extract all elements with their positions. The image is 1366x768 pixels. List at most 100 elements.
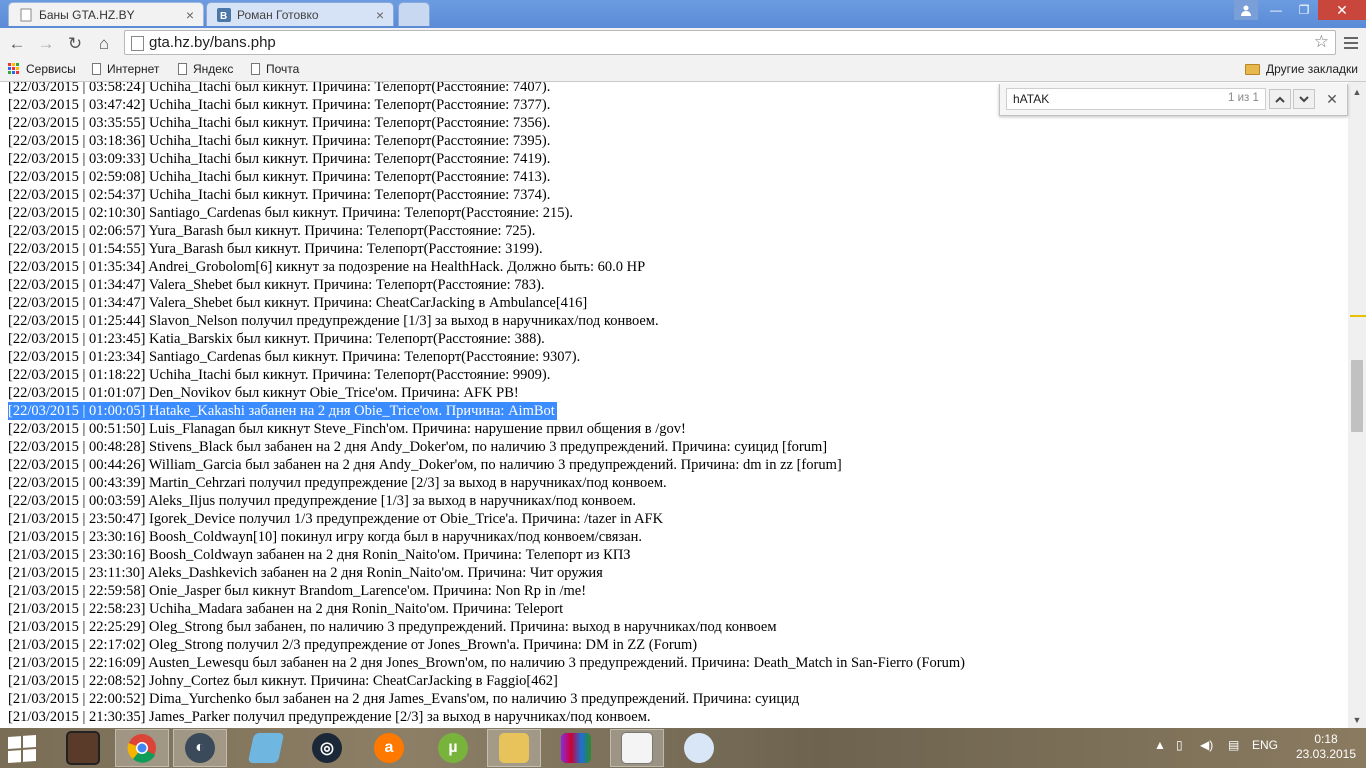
log-text: [22/03/2015 | 00:51:50] Luis_Flanagan бы… xyxy=(8,421,686,437)
minimize-button[interactable]: — xyxy=(1262,0,1290,20)
taskbar-paint[interactable] xyxy=(672,729,726,767)
tab-title: Баны GTA.HZ.BY xyxy=(39,7,135,22)
log-text: [21/03/2015 | 23:30:16] Boosh_Coldwayn з… xyxy=(8,547,631,563)
reload-icon[interactable]: ↻ xyxy=(64,33,86,55)
log-row: [22/03/2015 | 03:09:33] Uchiha_Itachi бы… xyxy=(8,150,965,168)
vertical-scrollbar[interactable]: ▲ ▼ xyxy=(1348,82,1366,728)
bookmark-yandex[interactable]: Яндекс xyxy=(178,62,233,76)
maximize-button[interactable]: ❐ xyxy=(1290,0,1318,20)
taskbar-reader[interactable] xyxy=(610,729,664,767)
find-next-button[interactable] xyxy=(1293,89,1315,109)
log-text: [22/03/2015 | 00:44:26] William_Garcia б… xyxy=(8,457,842,473)
log-row: [22/03/2015 | 03:58:24] Uchiha_Itachi бы… xyxy=(8,82,965,96)
new-tab-button[interactable] xyxy=(398,2,430,26)
taskbar-notepad[interactable] xyxy=(239,729,293,767)
log-row: [21/03/2015 | 22:58:23] Uchiha_Madara за… xyxy=(8,600,965,618)
menu-icon[interactable] xyxy=(1342,34,1360,52)
log-row: [22/03/2015 | 01:54:55] Yura_Barash был … xyxy=(8,240,965,258)
taskbar-winrar[interactable] xyxy=(549,729,603,767)
log-text: [22/03/2015 | 03:18:36] Uchiha_Itachi бы… xyxy=(8,133,551,149)
taskbar-steam[interactable]: ◎ xyxy=(300,729,354,767)
user-icon[interactable] xyxy=(1234,0,1258,20)
log-text: [22/03/2015 | 00:03:59] Aleks_Iljus полу… xyxy=(8,493,637,509)
log-row: [22/03/2015 | 01:23:45] Katia_Barskix бы… xyxy=(8,330,965,348)
paint-palette-icon xyxy=(684,733,714,763)
forward-icon[interactable]: → xyxy=(35,33,57,55)
clock-time: 0:18 xyxy=(1314,732,1338,746)
taskbar-explorer[interactable] xyxy=(487,729,541,767)
bookmark-services[interactable]: Сервисы xyxy=(8,62,76,76)
log-text: [21/03/2015 | 21:30:35] James_Parker пол… xyxy=(8,709,651,725)
avatar-icon xyxy=(66,731,100,765)
log-row: [22/03/2015 | 02:06:57] Yura_Barash был … xyxy=(8,222,965,240)
log-text: [21/03/2015 | 22:08:52] Johny_Cortez был… xyxy=(8,673,558,689)
taskbar-avast[interactable]: a xyxy=(362,729,416,767)
bookmark-label: Почта xyxy=(266,62,300,76)
log-row: [22/03/2015 | 00:43:39] Martin_Cehrzari … xyxy=(8,474,965,492)
clock[interactable]: 0:18 23.03.2015 xyxy=(1290,732,1362,762)
bookmark-label: Сервисы xyxy=(26,62,76,76)
log-text: [22/03/2015 | 02:06:57] Yura_Barash был … xyxy=(8,223,536,239)
address-bar[interactable]: gta.hz.by/bans.php ☆ xyxy=(124,30,1336,55)
folder-icon xyxy=(1245,63,1260,75)
close-window-button[interactable]: ✕ xyxy=(1318,0,1366,20)
tab-bans[interactable]: Баны GTA.HZ.BY × xyxy=(8,2,204,26)
log-row: [22/03/2015 | 01:23:34] Santiago_Cardena… xyxy=(8,348,965,366)
find-input[interactable]: hATAK xyxy=(1006,88,1266,110)
log-row: [22/03/2015 | 01:34:47] Valera_Shebet бы… xyxy=(8,276,965,294)
notepad-icon xyxy=(247,733,285,763)
log-row: [22/03/2015 | 02:59:08] Uchiha_Itachi бы… xyxy=(8,168,965,186)
log-text: [21/03/2015 | 22:59:58] Onie_Jasper был … xyxy=(8,583,587,599)
highlighted-log-text: [22/03/2015 | 01:00:05] Hatake_Kakashi з… xyxy=(8,402,557,420)
tab-close-icon[interactable]: × xyxy=(183,7,197,23)
taskbar: ◐ ◎ a µ ▲ ▯ ◀) ▤ ENG 0:18 23.03.2015 xyxy=(0,728,1366,768)
log-row: [21/03/2015 | 22:08:52] Johny_Cortez был… xyxy=(8,672,965,690)
taskbar-steam-voice[interactable]: ◐ xyxy=(173,729,227,767)
keyboard-icon[interactable]: ▤ xyxy=(1228,738,1239,752)
log-text: [21/03/2015 | 22:17:02] Oleg_Strong полу… xyxy=(8,637,698,653)
taskbar-chrome[interactable] xyxy=(115,729,169,767)
log-text: [22/03/2015 | 02:54:37] Uchiha_Itachi бы… xyxy=(8,187,551,203)
bookmark-internet[interactable]: Интернет xyxy=(92,62,159,76)
back-icon[interactable]: ← xyxy=(6,33,28,55)
page-icon xyxy=(251,63,260,75)
bookmark-star-icon[interactable]: ☆ xyxy=(1314,32,1329,52)
bookmarks-bar: Сервисы Интернет Яндекс Почта Другие зак… xyxy=(0,59,1366,82)
log-row: [22/03/2015 | 00:48:28] Stivens_Black бы… xyxy=(8,438,965,456)
log-text: [21/03/2015 | 22:25:29] Oleg_Strong был … xyxy=(8,619,777,635)
start-button[interactable] xyxy=(8,735,36,763)
log-row: [22/03/2015 | 03:35:55] Uchiha_Itachi бы… xyxy=(8,114,965,132)
scroll-down-icon[interactable]: ▼ xyxy=(1348,712,1366,728)
log-text: [22/03/2015 | 00:48:28] Stivens_Black бы… xyxy=(8,439,828,455)
avast-icon: a xyxy=(374,733,404,763)
network-icon[interactable]: ▯ xyxy=(1176,738,1183,752)
tab-vk[interactable]: B Роман Готовко × xyxy=(206,2,394,26)
find-close-icon[interactable]: ✕ xyxy=(1323,90,1341,108)
log-row: [22/03/2015 | 03:18:36] Uchiha_Itachi бы… xyxy=(8,132,965,150)
other-bookmarks[interactable]: Другие закладки xyxy=(1245,62,1358,76)
taskbar-avatar-app[interactable] xyxy=(56,729,110,767)
scroll-thumb[interactable] xyxy=(1351,360,1363,432)
log-row: [21/03/2015 | 22:17:02] Oleg_Strong полу… xyxy=(8,636,965,654)
log-row: [22/03/2015 | 01:01:07] Den_Novikov был … xyxy=(8,384,965,402)
url-text: gta.hz.by/bans.php xyxy=(149,34,276,51)
winrar-icon xyxy=(561,733,591,763)
volume-icon[interactable]: ◀) xyxy=(1200,738,1213,752)
log-row: [21/03/2015 | 23:30:16] Boosh_Coldwayn[1… xyxy=(8,528,965,546)
find-previous-button[interactable] xyxy=(1269,89,1291,109)
log-text: [21/03/2015 | 22:00:52] Dima_Yurchenko б… xyxy=(8,691,800,707)
tab-close-icon[interactable]: × xyxy=(373,7,387,23)
log-row: [21/03/2015 | 23:30:16] Boosh_Coldwayn з… xyxy=(8,546,965,564)
taskbar-utorrent[interactable]: µ xyxy=(426,729,480,767)
log-text: [21/03/2015 | 22:58:23] Uchiha_Madara за… xyxy=(8,601,564,617)
home-icon[interactable]: ⌂ xyxy=(93,33,115,55)
language-indicator[interactable]: ENG xyxy=(1252,738,1278,752)
log-row: [21/03/2015 | 22:25:29] Oleg_Strong был … xyxy=(8,618,965,636)
scroll-up-icon[interactable]: ▲ xyxy=(1348,84,1366,100)
tab-title: Роман Готовко xyxy=(237,7,319,22)
bookmark-mail[interactable]: Почта xyxy=(251,62,299,76)
log-row: [22/03/2015 | 01:18:22] Uchiha_Itachi бы… xyxy=(8,366,965,384)
tray-arrow-icon[interactable]: ▲ xyxy=(1154,738,1166,752)
log-text: [21/03/2015 | 23:11:30] Aleks_Dashkevich… xyxy=(8,565,603,581)
chrome-icon xyxy=(127,734,156,763)
